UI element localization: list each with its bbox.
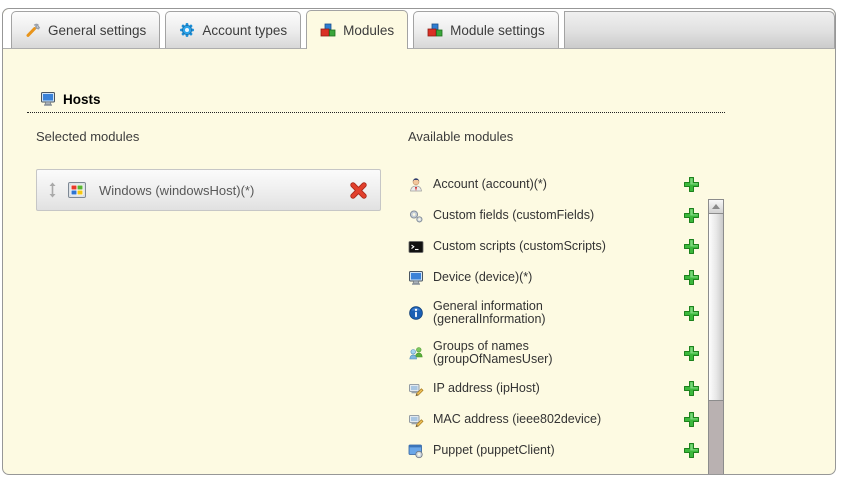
selected-module-label: Windows (windowsHost)(*) — [99, 183, 254, 198]
module-label: Device (device)(*) — [433, 271, 532, 284]
module-label: Custom scripts (customScripts) — [433, 240, 606, 253]
available-modules-column: Available modules — [408, 129, 724, 465]
tab-modules[interactable]: Modules — [306, 10, 408, 49]
add-module-button[interactable] — [683, 305, 700, 322]
section-heading: Hosts — [27, 91, 725, 113]
drag-handle-icon[interactable] — [48, 182, 57, 198]
section-title: Hosts — [63, 92, 101, 107]
add-module-button[interactable] — [683, 176, 700, 193]
module-label: Custom fields (customFields) — [433, 209, 594, 222]
modules-icon — [320, 22, 336, 38]
tab-label: Account types — [202, 23, 287, 38]
list-item: IP address (ipHost) — [408, 373, 700, 404]
modules-icon — [427, 22, 443, 38]
module-columns: Selected modules — [36, 129, 835, 465]
tab-module-settings[interactable]: Module settings — [413, 11, 559, 48]
scrollbar-thumb[interactable] — [708, 214, 724, 401]
modules-content: Hosts Selected modules — [3, 49, 835, 465]
remove-module-button[interactable] — [349, 181, 368, 200]
settings-panel: General settings Account types — [2, 8, 836, 475]
add-module-button[interactable] — [683, 411, 700, 428]
scroll-up-button[interactable] — [708, 199, 724, 214]
list-item: Puppet (puppetClient) — [408, 435, 700, 465]
gear-icon — [179, 22, 195, 38]
add-module-button[interactable] — [683, 269, 700, 286]
add-module-button[interactable] — [683, 442, 700, 459]
available-modules-list: Account (account)(*) — [408, 169, 724, 465]
list-item: General information (generalInformation) — [408, 293, 700, 333]
module-label: Account (account)(*) — [433, 178, 547, 191]
selected-modules-header: Selected modules — [36, 129, 381, 144]
scrollbar-track[interactable] — [708, 401, 724, 475]
account-icon — [408, 177, 424, 193]
windows-icon — [68, 182, 86, 198]
terminal-icon — [408, 239, 424, 255]
module-label: General information (generalInformation) — [433, 300, 546, 326]
scrollbar[interactable] — [708, 199, 724, 475]
workstation-pencil-icon — [408, 381, 424, 397]
tab-label: Modules — [343, 23, 394, 38]
window-gear-icon — [408, 443, 424, 459]
tab-label: Module settings — [450, 23, 545, 38]
gears-icon — [408, 208, 424, 224]
arrow-up-icon — [712, 204, 720, 209]
groups-icon — [408, 345, 424, 361]
info-icon — [408, 305, 424, 321]
module-label: MAC address (ieee802device) — [433, 413, 601, 426]
module-label: Groups of names (groupOfNamesUser) — [433, 340, 552, 366]
available-modules-header: Available modules — [408, 129, 724, 144]
add-module-button[interactable] — [683, 380, 700, 397]
wrench-icon — [25, 22, 41, 38]
tab-bar-filler — [564, 11, 835, 48]
list-item: MAC address (ieee802device) — [408, 404, 700, 435]
tab-bar: General settings Account types — [3, 9, 835, 49]
tab-label: General settings — [48, 23, 146, 38]
tab-general-settings[interactable]: General settings — [11, 11, 160, 48]
add-module-button[interactable] — [683, 207, 700, 224]
add-module-button[interactable] — [683, 238, 700, 255]
selected-modules-column: Selected modules — [36, 129, 381, 465]
workstation-pencil-icon — [408, 412, 424, 428]
tab-account-types[interactable]: Account types — [165, 11, 301, 48]
add-module-button[interactable] — [683, 345, 700, 362]
list-item: Device (device)(*) — [408, 262, 700, 293]
selected-module-row: Windows (windowsHost)(*) — [36, 169, 381, 211]
module-label: IP address (ipHost) — [433, 382, 540, 395]
monitor-icon — [408, 270, 424, 286]
list-item: Custom scripts (customScripts) — [408, 231, 700, 262]
list-item: Custom fields (customFields) — [408, 200, 700, 231]
list-item: Account (account)(*) — [408, 169, 700, 200]
list-item: Groups of names (groupOfNamesUser) — [408, 333, 700, 373]
monitor-icon — [40, 91, 56, 107]
module-label: Puppet (puppetClient) — [433, 444, 555, 457]
